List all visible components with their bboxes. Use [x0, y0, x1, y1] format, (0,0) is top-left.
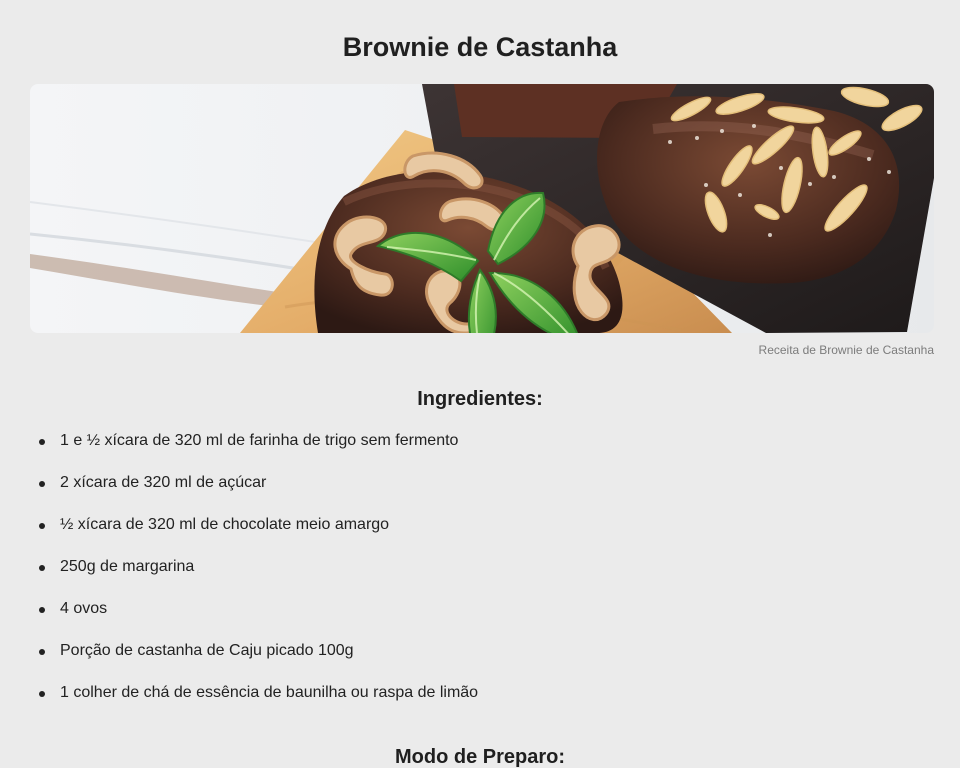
ingredient-item: 1 colher de chá de essência de baunilha … — [38, 681, 478, 705]
image-caption: Receita de Brownie de Castanha — [758, 343, 934, 357]
ingredient-item: 2 xícara de 320 ml de açúcar — [38, 471, 478, 495]
preparation-heading: Modo de Preparo: — [394, 746, 565, 768]
ingredients-heading: Ingredientes: — [417, 388, 543, 410]
ingredient-item: 1 e ½ xícara de 320 ml de farinha de tri… — [38, 429, 478, 453]
recipe-page: Brownie de Castanha Receita de Brownie d… — [0, 0, 960, 768]
ingredients-list: 1 e ½ xícara de 320 ml de farinha de tri… — [38, 429, 478, 723]
page-title: Brownie de Castanha — [342, 32, 618, 62]
ingredient-item: 250g de margarina — [38, 555, 478, 579]
ingredient-item: 4 ovos — [38, 597, 478, 621]
ingredient-item: Porção de castanha de Caju picado 100g — [38, 639, 478, 663]
brownie-photo — [30, 84, 934, 333]
ingredient-item: ½ xícara de 320 ml de chocolate meio ama… — [38, 513, 478, 537]
